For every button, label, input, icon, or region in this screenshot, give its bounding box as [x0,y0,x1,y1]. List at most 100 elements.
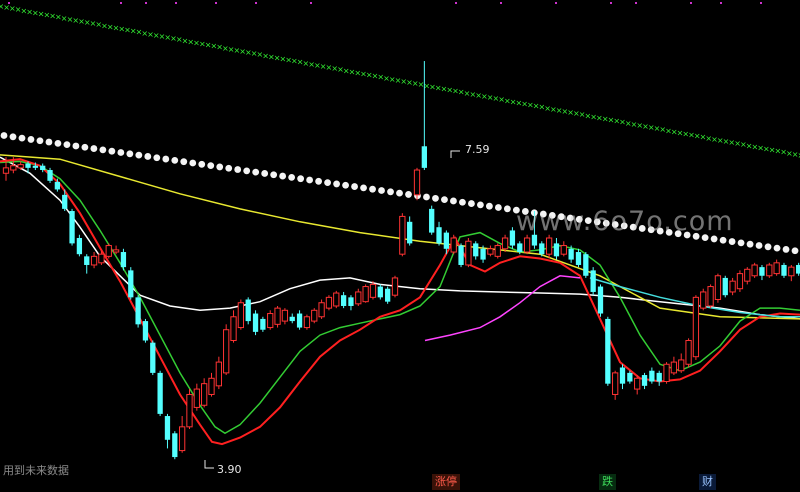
top-marker-dot [500,2,502,4]
white-trend-dot [108,147,116,155]
candle-body [128,270,134,298]
candle-body [325,296,333,309]
candle-body [722,277,728,296]
white-trend-dot [755,242,763,249]
white-trend-dot [459,198,466,206]
candle-body [193,388,200,408]
candle-body [619,367,626,384]
candle-body [773,262,780,275]
candle-body [69,211,75,244]
moving-average-line [424,275,581,342]
candle-body [98,253,105,264]
candle-body [186,393,193,428]
candle-body [157,372,163,414]
candle-body [391,277,399,296]
white-trend-dot [216,163,224,171]
white-trend-dot [485,202,493,210]
white-trend-dot [18,134,26,142]
candle-body [436,227,442,244]
candle-body [539,243,545,255]
candle-body [274,307,281,325]
candle-body [105,245,112,257]
candle-body [172,433,178,458]
white-trend-dot [432,194,439,202]
candle-body [62,194,68,209]
candle-body [362,286,369,303]
candle-body [260,318,266,330]
candle-body [458,245,464,265]
candle-body [90,255,98,266]
white-trend-dot [369,185,376,193]
top-marker-dot [635,2,637,4]
candle-body [714,275,722,301]
candle-body [179,426,186,452]
candle-body [751,264,758,277]
white-trend-dot [252,168,260,176]
white-trend-dot [234,166,242,173]
candle-body [729,280,736,293]
white-trend-dot [333,180,340,188]
candle-body [700,291,707,309]
white-trend-dot [72,142,80,150]
candle-body [237,302,245,329]
candle-body [429,208,435,233]
candle-body [450,237,457,253]
candle-body [333,292,340,307]
white-trend-dot [144,153,152,160]
white-trend-dot [279,172,287,180]
white-trend-dot [54,139,62,147]
top-marker-dot [555,2,557,4]
white-trend-dot [297,175,305,183]
candle-body [377,286,383,298]
white-trend-dot [423,193,430,201]
moving-average-lines [0,154,800,446]
candle-body [597,286,604,314]
candle-body [2,167,10,174]
candle-body [142,321,149,341]
finance-tag[interactable]: 财 [699,474,716,490]
candle-body [670,361,678,374]
white-trend-dot [450,197,457,205]
candle-body [590,270,596,292]
candles [2,61,800,460]
candle-body [112,249,120,253]
white-trend-dot [117,149,125,156]
white-trend-dot [719,236,727,244]
candle-body [736,273,744,290]
candle-body [634,377,641,390]
candle-body [54,181,61,190]
candle-body [766,264,773,277]
candle-body [575,252,582,265]
candle-body [289,316,295,322]
candle-body [421,146,427,168]
future-data-note: 用到未来数据 [3,464,69,477]
candle-body [553,243,560,257]
white-trend-dot [773,244,781,252]
candle-body [465,240,472,266]
top-marker-dot [255,2,257,4]
white-trend-dot [189,159,197,167]
low-price-pointer [204,460,214,469]
candle-body [568,248,574,260]
candle-body [32,165,38,168]
candle-body [796,264,800,274]
candle-body [252,313,259,332]
candle-body [605,318,611,384]
candle-body [303,316,311,329]
white-trend-dot [503,205,511,213]
white-trend-dot [306,176,314,184]
candle-body [707,286,714,307]
candle-body [150,342,156,373]
candle-body [223,329,230,374]
candle-body [311,309,318,322]
drop-tag[interactable]: 跌 [599,474,616,490]
candle-body [47,170,53,181]
candle-body [215,361,222,387]
white-trend-dot [45,138,53,146]
limit-up-tag[interactable]: 涨停 [432,474,460,490]
top-marker-dot [175,2,177,4]
candle-body [656,372,662,382]
white-trend-dot [0,132,8,139]
candle-body [501,237,509,250]
white-trend-dot [225,164,233,172]
